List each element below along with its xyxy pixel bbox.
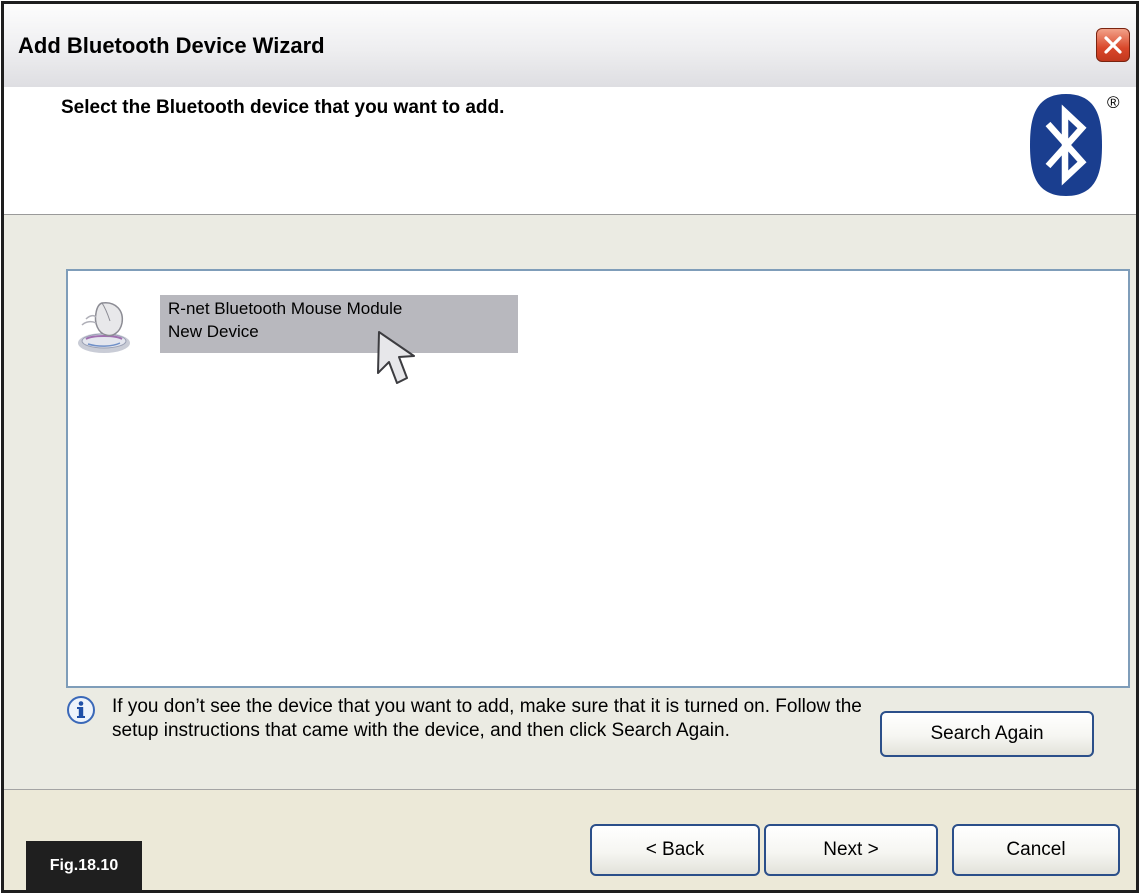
close-icon [1104, 36, 1122, 54]
search-again-button[interactable]: Search Again [880, 711, 1094, 757]
info-icon [67, 696, 95, 724]
back-button[interactable]: < Back [590, 824, 760, 876]
wizard-window: Add Bluetooth Device Wizard Select the B… [1, 1, 1139, 893]
device-selection-panel: R-net Bluetooth Mouse Module New Device … [4, 215, 1136, 790]
help-text: If you don’t see the device that you wan… [112, 696, 862, 741]
device-name: R-net Bluetooth Mouse Module [168, 299, 403, 318]
close-button[interactable] [1096, 28, 1130, 62]
figure-label: Fig.18.10 [26, 841, 142, 891]
cancel-button[interactable]: Cancel [952, 824, 1120, 876]
next-button[interactable]: Next > [764, 824, 938, 876]
mouse-device-icon [78, 302, 130, 353]
title-bar[interactable]: Add Bluetooth Device Wizard [4, 4, 1136, 88]
bluetooth-logo-icon [1030, 94, 1102, 196]
window-title: Add Bluetooth Device Wizard [18, 33, 325, 58]
list-item-device[interactable]: R-net Bluetooth Mouse Module New Device [72, 289, 522, 357]
header-panel: Select the Bluetooth device that you wan… [4, 87, 1136, 215]
page-heading: Select the Bluetooth device that you wan… [61, 97, 505, 118]
registered-mark: ® [1107, 93, 1120, 112]
device-list[interactable]: R-net Bluetooth Mouse Module New Device [66, 269, 1130, 688]
device-status: New Device [168, 322, 259, 341]
mouse-cursor-icon [377, 331, 415, 384]
device-label[interactable]: R-net Bluetooth Mouse Module New Device [160, 295, 518, 353]
